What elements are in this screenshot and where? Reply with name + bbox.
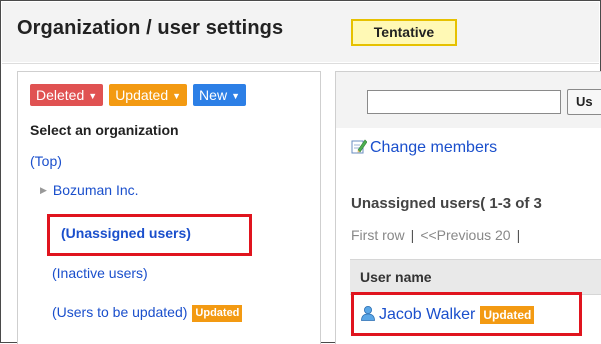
expand-triangle-icon[interactable]: ▶ xyxy=(40,185,47,196)
pager-first-row[interactable]: First row xyxy=(351,227,405,243)
chevron-down-icon: ▼ xyxy=(172,91,182,101)
organization-panel: Deleted ▼ Updated ▼ New ▼ Select an organizat… xyxy=(17,71,321,344)
chevron-down-icon: ▼ xyxy=(88,91,98,101)
tree-item-inactive-users[interactable]: (Inactive users) xyxy=(52,265,148,281)
user-list-header: User name xyxy=(350,259,601,295)
tentative-badge: Tentative xyxy=(351,19,457,46)
deleted-filter-label: Deleted xyxy=(36,87,85,103)
change-members-label: Change members xyxy=(370,139,498,156)
header-divider xyxy=(2,63,599,64)
pager-previous[interactable]: <<Previous 20 xyxy=(420,227,510,243)
column-header-user-name[interactable]: User name xyxy=(360,269,432,285)
user-search-button[interactable]: Us xyxy=(567,89,601,115)
page-header: Organization / user settings Tentative xyxy=(2,2,599,62)
window-frame: Organization / user settings Tentative D… xyxy=(0,0,601,344)
tree-item-users-to-be-updated-label: (Users to be updated) xyxy=(52,304,188,320)
updated-tag: Updated xyxy=(480,306,535,324)
change-members-link[interactable]: Change members xyxy=(351,138,497,157)
chevron-down-icon: ▼ xyxy=(231,91,240,101)
tree-item-unassigned-users[interactable]: (Unassigned users) xyxy=(61,225,191,241)
updated-filter-label: Updated xyxy=(115,87,169,103)
filter-row: Deleted ▼ Updated ▼ New ▼ xyxy=(30,84,252,106)
users-panel: Us Change members Unassigned users( 1-3 … xyxy=(335,71,601,344)
deleted-filter-button[interactable]: Deleted ▼ xyxy=(30,84,104,106)
pager-separator: | xyxy=(516,227,521,243)
tree-item-bozuman-label: Bozuman Inc. xyxy=(52,182,139,198)
updated-filter-button[interactable]: Updated ▼ xyxy=(109,84,188,106)
pager-separator: | xyxy=(410,227,415,243)
page-title: Organization / user settings xyxy=(17,17,284,39)
user-icon xyxy=(361,306,375,321)
pager: First row | <<Previous 20 | xyxy=(351,227,526,243)
unassigned-users-heading: Unassigned users( 1-3 of 3 xyxy=(351,195,542,212)
tree-item-users-to-be-updated[interactable]: (Users to be updated) Updated xyxy=(52,304,243,322)
new-filter-button[interactable]: New ▼ xyxy=(193,84,246,106)
tree-item-top[interactable]: (Top) xyxy=(30,153,62,169)
new-filter-label: New xyxy=(199,87,228,103)
select-organization-label: Select an organization xyxy=(30,122,179,138)
user-name-link[interactable]: Jacob Walker xyxy=(379,306,475,323)
search-area: Us xyxy=(336,72,601,128)
user-row[interactable]: Jacob Walker Updated xyxy=(360,305,535,324)
user-search-input[interactable] xyxy=(367,90,561,114)
tree-item-bozuman[interactable]: ▶ Bozuman Inc. xyxy=(40,182,139,198)
updated-tag: Updated xyxy=(192,305,243,322)
edit-pencil-icon xyxy=(351,139,367,154)
